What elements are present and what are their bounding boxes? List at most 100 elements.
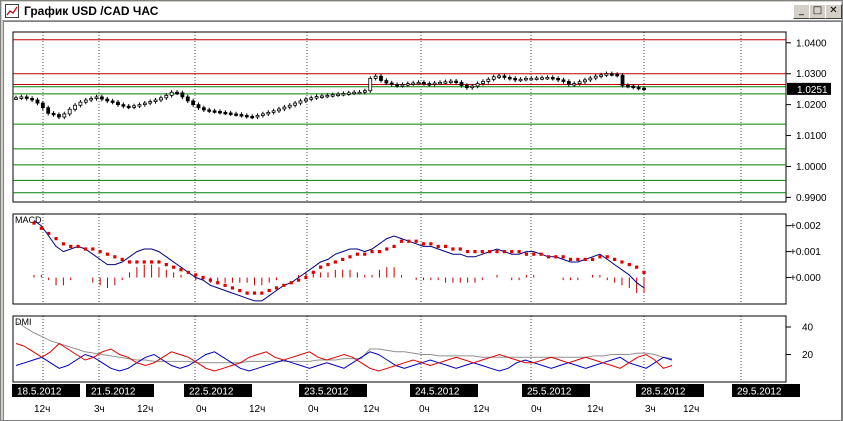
candle-body	[89, 98, 94, 101]
candle-body	[164, 94, 169, 99]
signal-dot	[208, 278, 212, 282]
hour-label: 0ч	[196, 404, 207, 415]
candle-body	[341, 93, 346, 96]
candle-body	[642, 87, 646, 91]
candle-body	[83, 99, 88, 103]
candle-body	[325, 94, 330, 98]
macd-panel: +0.002+0.001+0.000MACD	[12, 213, 821, 305]
close-button[interactable]: ✕	[825, 4, 842, 19]
date-label: 29.5.2012	[737, 387, 782, 398]
signal-dot	[568, 257, 573, 261]
signal-dot	[414, 239, 418, 243]
y-tick-label: +0.000	[790, 273, 821, 284]
candle-body	[513, 77, 518, 81]
signal-dot	[554, 255, 558, 259]
candle-body	[121, 104, 126, 107]
candle-body	[51, 112, 56, 116]
signal-dot	[502, 250, 506, 254]
signal-dot	[480, 250, 484, 254]
candle-body	[218, 111, 222, 114]
signal-dot	[333, 260, 337, 264]
signal-dot	[326, 262, 330, 267]
date-label: 21.5.2012	[91, 387, 136, 398]
candle-body	[368, 77, 373, 92]
signal-dot	[186, 270, 190, 274]
signal-dot	[245, 291, 249, 295]
signal-dot	[296, 278, 301, 282]
candle-body	[593, 75, 598, 79]
candle-body	[191, 100, 196, 106]
candle-body	[303, 98, 308, 102]
candle-body	[180, 92, 185, 98]
signal-dot	[583, 257, 587, 261]
candle-body	[255, 115, 260, 118]
candle-body	[110, 100, 115, 103]
candle-body	[309, 97, 314, 100]
chart-app-icon	[5, 4, 19, 18]
candle-body	[454, 80, 459, 84]
signal-dot	[76, 244, 80, 249]
signal-dot	[613, 257, 617, 261]
candle-body	[14, 97, 18, 100]
candle-body	[201, 107, 206, 111]
maximize-button[interactable]: □	[809, 4, 826, 19]
candle-body	[24, 96, 29, 99]
signal-dot	[274, 286, 279, 290]
candle-body	[314, 96, 319, 99]
signal-dot	[355, 252, 359, 256]
candle-body	[142, 102, 147, 106]
chart-area[interactable]: 1.0400 1.0300 1.0200 1.0100 1.0000 0.9900 1.02…	[3, 21, 842, 421]
minimize-button[interactable]: _	[793, 4, 810, 19]
y-tick-label: 0.9900	[796, 193, 827, 204]
signal-dot	[223, 283, 227, 287]
date-label: 25.5.2012	[527, 387, 572, 398]
dmi-adx-line	[15, 321, 673, 364]
macd-line	[33, 220, 645, 302]
candle-body	[599, 74, 603, 77]
hour-label: 12ч	[587, 404, 603, 415]
candle-body	[470, 85, 475, 89]
y-tick-label: 20	[802, 350, 814, 361]
signal-dot	[407, 239, 411, 243]
signal-dot	[61, 242, 65, 246]
signal-dot	[127, 260, 132, 264]
y-tick-label: +0.002	[790, 221, 821, 232]
candle-body	[588, 77, 593, 81]
signal-dot	[429, 242, 433, 246]
candle-body	[228, 112, 233, 115]
candle-body	[379, 75, 383, 81]
signal-dot	[252, 291, 257, 295]
current-price-label: 1.0251	[797, 85, 828, 96]
y-tick-label: 1.0100	[796, 131, 827, 142]
y-tick-label: 40	[802, 323, 814, 334]
candle-body	[185, 96, 190, 102]
candle-body	[261, 113, 265, 116]
candle-body	[207, 109, 212, 112]
candle-body	[271, 110, 276, 113]
title-bar[interactable]: График USD /CAD ЧАС _ □ ✕	[2, 2, 842, 21]
signal-dot	[142, 260, 146, 264]
date-label: 22.5.2012	[189, 387, 234, 398]
y-tick-label: +0.001	[790, 247, 821, 258]
candle-body	[346, 92, 351, 95]
candle-body	[545, 77, 550, 80]
signal-dot	[421, 242, 426, 246]
candle-body	[250, 115, 255, 119]
candle-body	[507, 77, 512, 80]
candle-body	[389, 82, 394, 85]
signal-dot	[172, 265, 176, 269]
candle-body	[577, 81, 582, 85]
signal-dot	[517, 250, 521, 254]
candle-body	[148, 101, 153, 104]
signal-dot	[576, 257, 580, 261]
candle-body	[464, 85, 469, 89]
candle-body	[620, 74, 625, 86]
signal-dot	[289, 281, 293, 285]
signal-dot	[510, 250, 514, 254]
candle-body	[212, 110, 217, 113]
candle-body	[572, 83, 577, 86]
macd-frame	[12, 213, 787, 305]
signal-dot	[642, 270, 646, 274]
signal-dot	[83, 247, 88, 251]
price-frame	[12, 31, 787, 203]
